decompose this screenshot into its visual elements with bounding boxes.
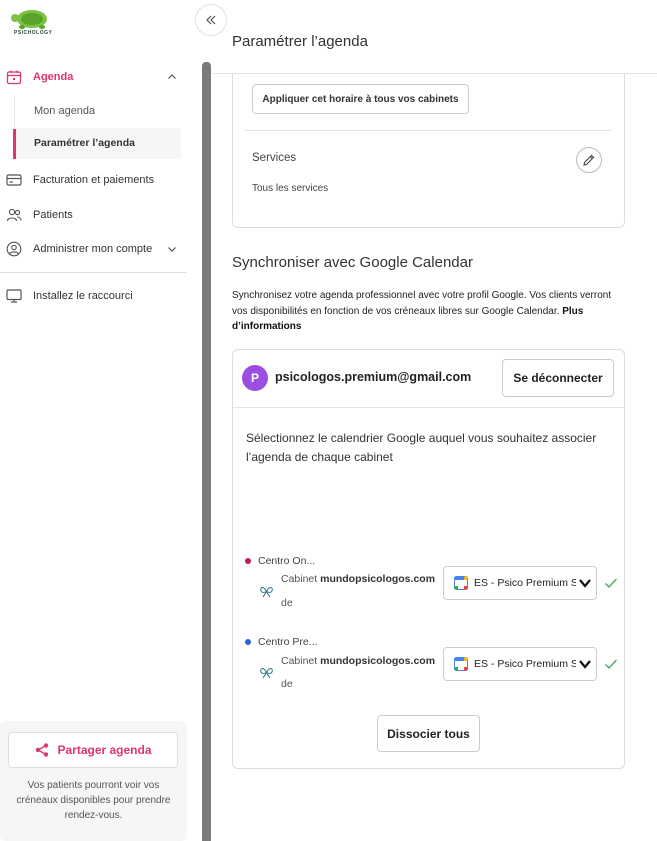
sidebar-item-facturation[interactable]: Facturation et paiements — [0, 165, 187, 195]
calendar-select[interactable]: ES - Psico Premium Su — [443, 647, 597, 681]
sidebar: PSICHOLOGY Agenda Mon agenda Paramétrer … — [0, 0, 187, 841]
center-name: Centro On... — [258, 555, 316, 567]
card-divider — [245, 130, 611, 131]
share-agenda-panel: Partager agenda Vos patients pourront vo… — [0, 721, 187, 841]
google-sync-description: Synchronisez votre agenda professionnel … — [232, 288, 624, 335]
chevron-up-icon[interactable] — [167, 72, 177, 82]
card-divider — [233, 407, 624, 408]
cabinet-label-suffix: de — [281, 597, 293, 609]
center-name: Centro Pre... — [258, 636, 318, 648]
collapse-sidebar-button[interactable] — [195, 4, 227, 36]
edit-services-button[interactable] — [576, 147, 602, 173]
sidebar-subitem-mon-agenda[interactable]: Mon agenda — [34, 105, 95, 117]
google-calendar-icon — [454, 657, 468, 671]
double-chevron-left-icon — [206, 15, 216, 25]
sidebar-item-agenda[interactable]: Agenda — [0, 62, 187, 92]
select-calendar-prompt: Sélectionnez le calendrier Google auquel… — [246, 431, 597, 464]
users-icon — [6, 208, 22, 222]
apply-schedule-all-button[interactable]: Appliquer cet horaire à tous vos cabinet… — [252, 84, 469, 114]
pencil-icon — [583, 154, 595, 166]
butterfly-icon — [260, 668, 273, 679]
calendar-select-value: ES - Psico Premium Su — [474, 658, 576, 670]
user-circle-icon — [6, 241, 22, 257]
services-label: Services — [252, 152, 297, 164]
share-icon — [36, 743, 49, 757]
sidebar-item-label: Administrer mon compte — [33, 243, 153, 255]
turtle-logo-icon — [11, 10, 47, 29]
calendar-icon — [6, 70, 22, 85]
share-agenda-label: Partager agenda — [57, 743, 152, 757]
cabinet-label: Cabinet mundopsicologos.com — [281, 573, 435, 585]
center-color-dot — [245, 639, 251, 645]
sidebar-item-label: Patients — [33, 209, 73, 221]
sidebar-item-raccourci[interactable]: Installez le raccourci — [0, 281, 187, 311]
disconnect-button[interactable]: Se déconnecter — [502, 359, 614, 397]
avatar: P — [242, 365, 268, 391]
center-color-dot — [245, 558, 251, 564]
monitor-icon — [6, 289, 22, 303]
google-account-email: psicologos.premium@gmail.com — [275, 370, 472, 384]
submenu-active-indicator — [13, 129, 16, 159]
calendar-select[interactable]: ES - Psico Premium Su — [443, 566, 597, 600]
chevron-down-icon — [579, 579, 591, 588]
cabinet-domain: mundopsicologos.com — [320, 573, 436, 585]
services-value: Tous les services — [252, 183, 329, 194]
sidebar-item-label: Installez le raccourci — [33, 290, 133, 302]
share-agenda-description: Vos patients pourront voir vos créneaux … — [16, 780, 171, 821]
check-icon — [605, 659, 617, 669]
chevron-down-icon — [579, 660, 591, 669]
google-sync-title: Synchroniser avec Google Calendar — [232, 254, 473, 271]
cabinet-prefix: Cabinet — [281, 573, 321, 585]
sidebar-divider — [0, 272, 187, 273]
sidebar-item-patients[interactable]: Patients — [0, 200, 187, 230]
google-calendar-icon — [454, 576, 468, 590]
cabinet-domain: mundopsicologos.com — [320, 655, 436, 667]
dissociate-all-button[interactable]: Dissocier tous — [377, 715, 480, 752]
sidebar-item-label: Agenda — [33, 71, 74, 83]
share-agenda-button[interactable]: Partager agenda — [8, 732, 178, 768]
check-icon — [605, 578, 617, 588]
logo[interactable]: PSICHOLOGY — [8, 6, 52, 36]
cabinet-label: Cabinet mundopsicologos.com — [281, 655, 435, 667]
sidebar-scrollbar[interactable] — [202, 62, 211, 841]
credit-card-icon — [6, 174, 22, 186]
chevron-down-icon[interactable] — [167, 244, 177, 254]
sidebar-item-administrer-compte[interactable]: Administrer mon compte — [0, 234, 187, 264]
sidebar-item-label: Facturation et paiements — [33, 174, 155, 186]
logo-text: PSICHOLOGY — [14, 30, 53, 36]
google-sync-description-text: Synchronisez votre agenda professionnel … — [232, 290, 612, 317]
page-title: Paramétrer l’agenda — [232, 33, 368, 50]
cabinet-label-suffix: de — [281, 678, 293, 690]
butterfly-icon — [260, 587, 273, 598]
cabinet-prefix: Cabinet — [281, 655, 321, 667]
sidebar-subitem-parametrer-agenda[interactable]: Paramétrer l’agenda — [34, 137, 135, 149]
calendar-select-value: ES - Psico Premium Su — [474, 577, 576, 589]
